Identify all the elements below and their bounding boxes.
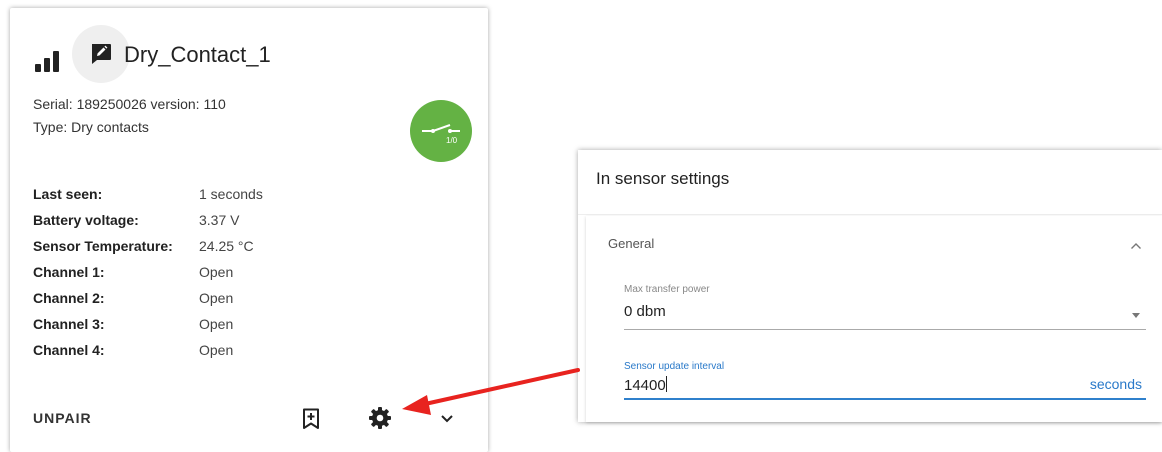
- callout-arrow: [402, 368, 580, 415]
